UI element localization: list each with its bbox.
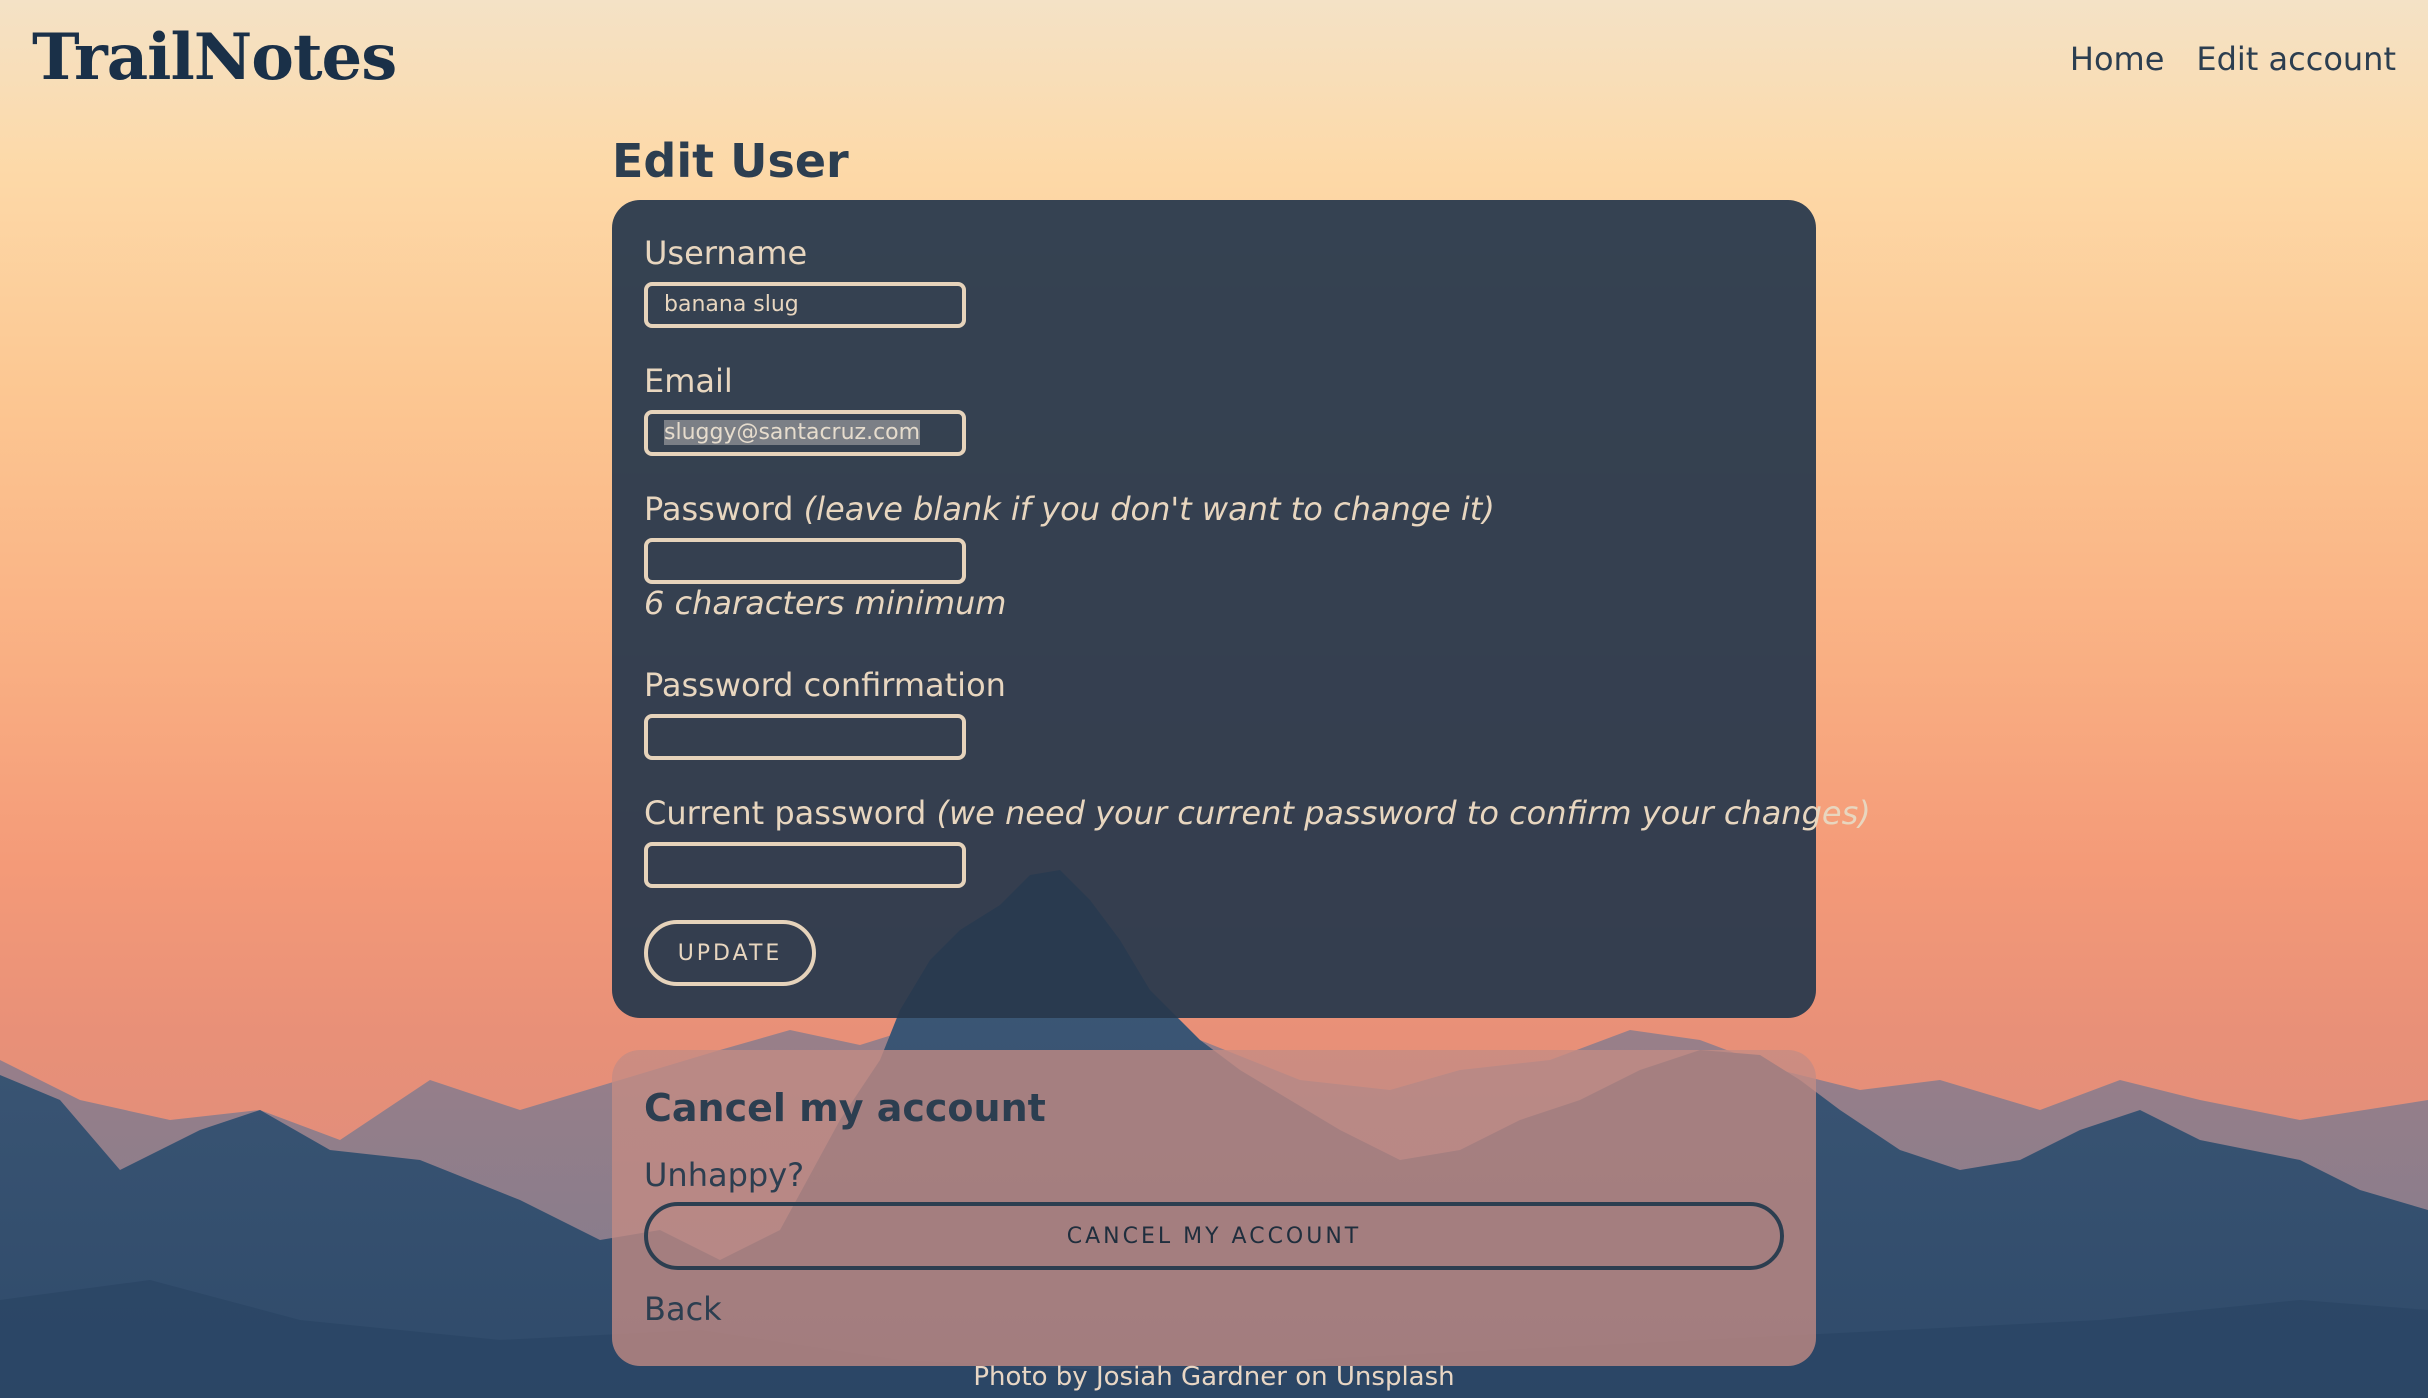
email-selected-text: sluggy@santacruz.com (664, 420, 921, 445)
current-password-label: Current password (we need your current p… (644, 794, 1871, 832)
edit-user-form: Username banana slug Email sluggy@santac… (612, 200, 1871, 1018)
brand-logo[interactable]: TrailNotes (32, 20, 397, 95)
username-label: Username (644, 234, 808, 272)
password-input[interactable] (644, 538, 966, 584)
unsplash-link[interactable]: Unsplash (1336, 1362, 1455, 1392)
cancel-account-title: Cancel my account (644, 1086, 1046, 1130)
nav-home-link[interactable]: Home (2070, 40, 2165, 78)
unhappy-text: Unhappy? (644, 1156, 805, 1194)
email-label: Email (644, 362, 733, 400)
cancel-account-section: Cancel my account Unhappy? CANCEL MY ACC… (612, 1050, 1816, 1366)
photo-credit-prefix: Photo by (973, 1362, 1088, 1392)
back-link[interactable]: Back (644, 1290, 722, 1328)
password-confirmation-label: Password confirmation (644, 666, 1006, 704)
password-helper-text: 6 characters minimum (644, 584, 1007, 622)
email-input[interactable]: sluggy@santacruz.com (644, 410, 966, 456)
photo-credit: Photo by Josiah Gardner on Unsplash (0, 1362, 2428, 1392)
password-hint: (leave blank if you don't want to change… (803, 490, 1495, 528)
username-input[interactable]: banana slug (644, 282, 966, 328)
nav-edit-account-link[interactable]: Edit account (2196, 40, 2396, 78)
current-password-input[interactable] (644, 842, 966, 888)
photo-credit-on: on (1295, 1362, 1328, 1392)
top-nav: Home Edit account (2070, 40, 2396, 78)
current-password-hint: (we need your current password to confir… (936, 794, 1871, 832)
photographer-link[interactable]: Josiah Gardner (1096, 1362, 1287, 1392)
cancel-account-button[interactable]: CANCEL MY ACCOUNT (644, 1202, 1784, 1270)
page-title: Edit User (612, 134, 849, 188)
password-label: Password (leave blank if you don't want … (644, 490, 1495, 528)
password-confirmation-input[interactable] (644, 714, 966, 760)
update-button[interactable]: UPDATE (644, 920, 816, 986)
